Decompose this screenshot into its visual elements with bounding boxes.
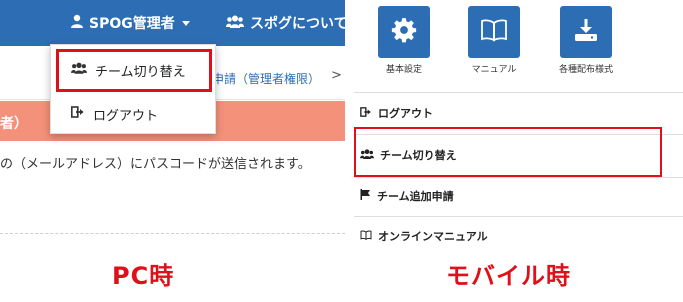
breadcrumb-separator: > (331, 68, 342, 83)
highlight-box (354, 127, 662, 177)
mobile-panel: 基本設定 マニュアル 各種配布様式 ログアウト チーム切り替え チーム追加申請 … (348, 0, 683, 302)
menu-divider (354, 92, 683, 93)
top-navbar: SPOG管理者 スポグについて (0, 0, 345, 46)
tile-label: マニュアル (471, 65, 517, 75)
description-text: の（メールアドレス）にパスコードが送信されます。 (0, 157, 311, 172)
tile-icon-box (468, 6, 520, 58)
breadcrumb-link[interactable]: 申請（管理者権限） (212, 70, 320, 87)
users-icon (226, 15, 244, 32)
user-menu-label: SPOG管理者 (89, 16, 175, 32)
dashed-divider (0, 233, 345, 234)
menu-divider (354, 216, 683, 217)
mobile-menu-team-add[interactable]: チーム追加申請 (360, 188, 454, 204)
tile-icon-box (378, 6, 430, 58)
alert-text: 者） (0, 116, 28, 132)
highlight-box (56, 49, 212, 92)
book-icon (360, 230, 372, 243)
gear-icon (391, 17, 417, 47)
flag-icon (360, 189, 371, 203)
caption-pc: PC時 (112, 262, 175, 290)
pc-panel: SPOG管理者 スポグについて 申請（管理者権限） > 者） の（メールアドレス… (0, 0, 345, 302)
mobile-menu-logout[interactable]: ログアウト (360, 105, 433, 121)
tile-manual[interactable]: マニュアル (464, 6, 524, 75)
tile-forms[interactable]: 各種配布様式 (556, 6, 616, 75)
menu-item-label: ログアウト (378, 107, 433, 120)
tile-label: 基本設定 (385, 65, 422, 75)
tile-basic-settings[interactable]: 基本設定 (374, 6, 434, 75)
caret-down-icon (181, 20, 190, 26)
user-icon (70, 14, 84, 32)
menu-item-label: オンラインマニュアル (378, 230, 488, 243)
user-menu-toggle[interactable]: SPOG管理者 (70, 13, 190, 33)
download-icon (573, 17, 599, 47)
tile-label: 各種配布様式 (558, 65, 613, 75)
book-icon (480, 18, 508, 46)
dropdown-item-label: ログアウト (93, 108, 159, 124)
nav-about-label: スポグについて (250, 16, 345, 32)
menu-divider (354, 177, 683, 178)
menu-item-label: チーム追加申請 (377, 190, 454, 203)
nav-about[interactable]: スポグについて (226, 13, 345, 33)
dropdown-item-logout[interactable]: ログアウト (51, 93, 215, 135)
tile-icon-box (560, 6, 612, 58)
caption-mobile: モバイル時 (446, 262, 571, 290)
sign-out-icon (360, 106, 372, 120)
mobile-menu-online-manual[interactable]: オンラインマニュアル (360, 228, 488, 244)
sign-out-icon (71, 106, 85, 122)
